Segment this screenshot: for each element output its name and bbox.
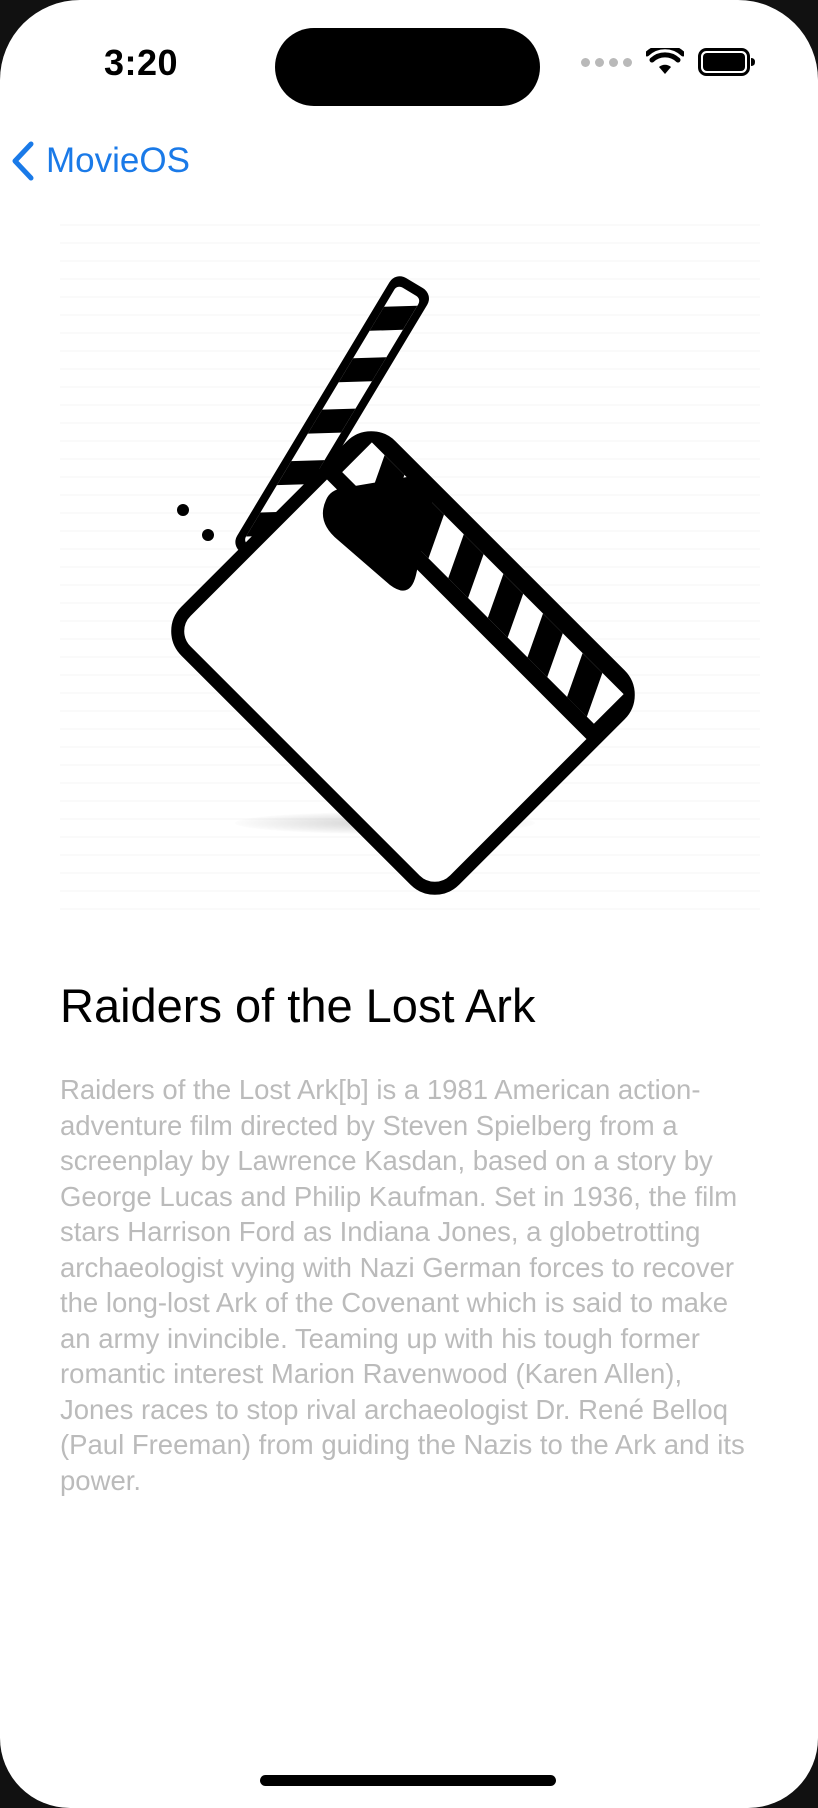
- clapperboard-play-icon: [171, 276, 635, 895]
- movie-poster: [60, 210, 760, 910]
- movie-description: Raiders of the Lost Ark[b] is a 1981 Ame…: [60, 1074, 745, 1496]
- movie-title: Raiders of the Lost Ark: [60, 979, 536, 1032]
- cellular-dots-icon: [581, 57, 632, 67]
- status-indicators: [581, 48, 756, 76]
- device-frame: 3:20 MovieOS Raiders of the Lost Ark Rai…: [0, 0, 818, 1808]
- dynamic-island: [275, 28, 540, 106]
- chevron-left-icon: [12, 141, 34, 181]
- status-time: 3:20: [104, 42, 179, 83]
- back-button[interactable]: MovieOS: [10, 140, 190, 182]
- back-button-label: MovieOS: [46, 141, 190, 180]
- home-indicator[interactable]: [260, 1775, 556, 1786]
- battery-icon: [698, 48, 755, 76]
- wifi-icon: [646, 48, 684, 74]
- app-screen: 3:20 MovieOS Raiders of the Lost Ark Rai…: [0, 0, 818, 1808]
